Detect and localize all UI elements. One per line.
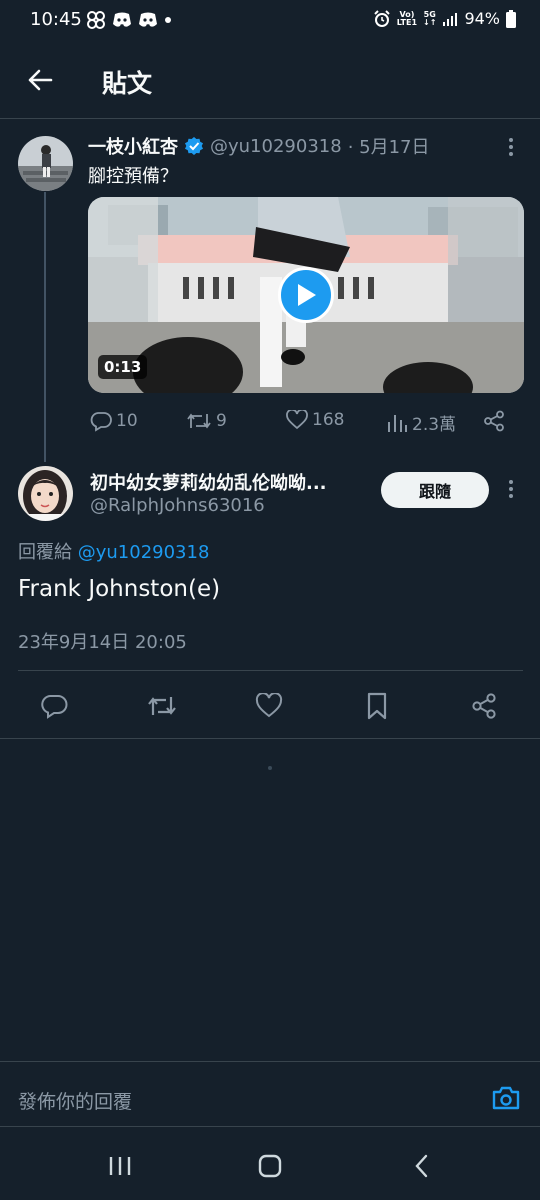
bookmark-icon — [367, 692, 387, 720]
follow-button[interactable]: 跟隨 — [381, 472, 489, 508]
reply-author-handle[interactable]: @RalphJohns63016 — [90, 495, 265, 516]
retweet-icon — [148, 697, 176, 715]
chevron-left-icon — [415, 1154, 428, 1178]
views-action[interactable]: 2.3萬 — [386, 410, 456, 435]
retweet-button[interactable] — [145, 690, 179, 722]
share-icon — [484, 410, 504, 432]
back-nav-button[interactable] — [402, 1150, 442, 1182]
header-divider — [0, 118, 540, 119]
reply-count: 10 — [116, 411, 138, 431]
status-bar: 10:45 Vo) LTE1 5G ↓↑ 94% — [0, 0, 540, 40]
like-count: 168 — [312, 410, 345, 430]
reply-author-name[interactable]: 初中幼女萝莉幼幼乱伦呦呦... — [90, 469, 327, 495]
share-button[interactable] — [468, 690, 500, 722]
battery-icon — [506, 9, 516, 28]
like-action[interactable]: 168 — [286, 410, 344, 430]
reply-timestamp: 23年9月14日 20:05 — [18, 632, 187, 653]
avatar-photo — [18, 466, 73, 521]
actions-divider — [0, 738, 540, 739]
replying-to-handle[interactable]: @yu10290318 — [78, 542, 210, 563]
reply-icon — [90, 412, 112, 432]
discord-icon — [139, 12, 157, 27]
discord-icon — [113, 12, 131, 27]
views-count: 2.3萬 — [412, 415, 457, 435]
avatar-photo — [18, 136, 73, 191]
replying-to: 回覆給 @yu10290318 — [18, 538, 209, 564]
play-icon — [298, 284, 316, 306]
retweet-icon — [187, 413, 211, 429]
reply-compose-input[interactable]: 發佈你的回覆 — [18, 1087, 132, 1114]
verified-badge-icon — [185, 137, 203, 155]
nav-divider — [0, 1126, 540, 1127]
status-right: Vo) LTE1 5G ↓↑ 94% — [373, 9, 516, 28]
video-duration: 0:13 — [98, 355, 148, 379]
arrow-left-icon — [28, 69, 53, 91]
reply-button[interactable] — [38, 690, 70, 722]
like-button[interactable] — [253, 690, 285, 722]
heart-icon — [255, 693, 283, 718]
signal-icon — [443, 12, 458, 26]
parent-tweet-date: · 5月17日 — [347, 137, 430, 158]
camera-icon — [492, 1086, 520, 1110]
page-title: 貼文 — [102, 69, 153, 98]
reply-icon — [41, 695, 68, 719]
reply-avatar[interactable] — [18, 466, 73, 521]
parent-tweet-text: 腳控預備？ — [88, 166, 178, 187]
analytics-icon — [388, 414, 407, 432]
compose-divider — [0, 1061, 540, 1062]
pinwheel-icon — [87, 11, 105, 29]
parent-author-name[interactable]: 一枝小紅杏 — [88, 133, 178, 159]
more-notifications-dot-icon — [165, 17, 171, 23]
parent-avatar[interactable] — [18, 136, 73, 191]
reply-more-button[interactable] — [501, 480, 521, 498]
reply-action[interactable]: 10 — [90, 410, 138, 432]
parent-tweet-header: 一枝小紅杏 @yu10290318 · 5月17日 — [88, 133, 430, 159]
status-time: 10:45 — [30, 9, 82, 30]
share-icon — [472, 693, 496, 719]
bookmark-button[interactable] — [361, 690, 393, 722]
parent-author-handle[interactable]: @yu10290318 — [210, 136, 342, 157]
heart-icon — [286, 410, 308, 430]
battery-percent: 94% — [464, 9, 500, 28]
home-button[interactable] — [250, 1150, 290, 1182]
alarm-icon — [374, 9, 390, 27]
recents-icon — [109, 1157, 131, 1175]
network-5g-indicator: 5G ↓↑ — [423, 9, 437, 27]
parent-more-button[interactable] — [501, 138, 521, 156]
home-icon — [258, 1154, 282, 1178]
share-button[interactable] — [483, 410, 505, 436]
retweet-action[interactable]: 9 — [186, 410, 227, 432]
loading-dot — [268, 766, 272, 770]
recent-apps-button[interactable] — [100, 1150, 140, 1182]
replying-to-label: 回覆給 — [18, 542, 72, 563]
back-button[interactable] — [22, 62, 58, 98]
thread-line — [44, 192, 46, 462]
reply-divider — [18, 670, 523, 671]
camera-button[interactable] — [490, 1082, 522, 1114]
reply-tweet-text: Frank Johnston(e) — [18, 576, 221, 602]
retweet-count: 9 — [216, 411, 227, 431]
notification-icons — [86, 10, 172, 30]
volte-indicator: Vo) LTE1 — [396, 9, 418, 27]
play-button[interactable] — [278, 267, 334, 323]
